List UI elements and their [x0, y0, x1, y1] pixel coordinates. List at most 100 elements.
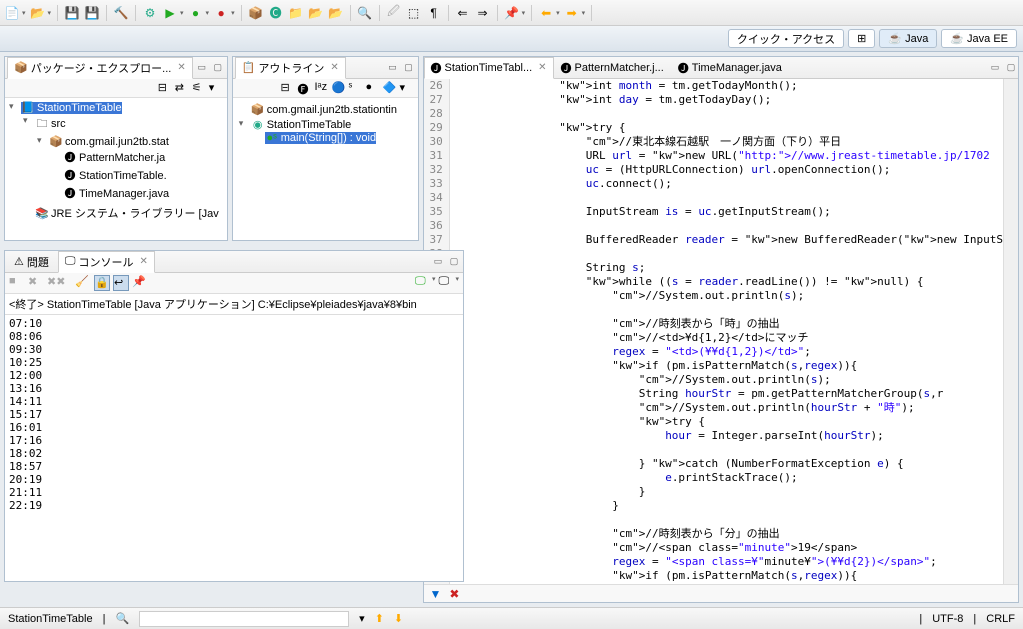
- outline-method[interactable]: ●ˢmain(String[]) : void: [251, 131, 414, 145]
- search-icon[interactable]: 🔍: [357, 5, 373, 21]
- minimize-icon[interactable]: ▭: [195, 61, 209, 75]
- run-last-icon[interactable]: ●: [188, 5, 204, 21]
- problems-tab[interactable]: ⚠問題: [7, 251, 56, 273]
- nav-up-icon[interactable]: ⬆: [375, 612, 384, 625]
- annot-next-icon[interactable]: ⇒: [475, 5, 491, 21]
- status-line-ending[interactable]: CRLF: [986, 613, 1015, 625]
- open-task-icon[interactable]: 📂: [328, 5, 344, 21]
- tree-file[interactable]: 🅙TimeManager.java: [49, 184, 225, 202]
- hide-fields-icon[interactable]: 🔵: [332, 81, 346, 95]
- status-project: StationTimeTable: [8, 613, 93, 625]
- sort-icon[interactable]: ⊟: [281, 81, 295, 95]
- vertical-scrollbar[interactable]: [1003, 79, 1018, 584]
- editor-tab-3[interactable]: 🅙TimeManager.java: [671, 57, 789, 79]
- filter-fields-icon[interactable]: 🅕: [298, 81, 312, 95]
- tree-jre[interactable]: 📚JRE システム・ライブラリー [Jav: [21, 204, 225, 222]
- perspective-java[interactable]: ☕Java: [879, 29, 937, 48]
- console-tab[interactable]: 🖵コンソール✕: [58, 251, 155, 273]
- package-icon: 📦: [251, 103, 265, 116]
- close-icon[interactable]: ✕: [538, 62, 546, 73]
- perspective-java-ee[interactable]: ☕Java EE: [941, 29, 1017, 48]
- toggle-mark-icon[interactable]: 🖉: [386, 5, 402, 21]
- minimize-icon[interactable]: ▭: [431, 255, 445, 269]
- new-class-icon[interactable]: 🅒: [268, 5, 284, 21]
- editor-tab-2[interactable]: 🅙PatternMatcher.j...: [554, 57, 671, 79]
- collapse-all-icon[interactable]: ⊟: [158, 81, 172, 95]
- word-wrap-icon[interactable]: ↩: [113, 275, 129, 291]
- hide-nonpublic-icon[interactable]: ●: [366, 81, 380, 95]
- hide-static-icon[interactable]: ˢ: [349, 81, 363, 95]
- build-icon[interactable]: 🔨: [113, 5, 129, 21]
- save-icon[interactable]: 💾: [64, 5, 80, 21]
- remove-all-icon[interactable]: ✖✖: [47, 275, 63, 291]
- open-icon[interactable]: 📂: [30, 5, 46, 21]
- package-explorer-tab[interactable]: 📦 パッケージ・エクスプロー... ✕: [7, 57, 193, 79]
- nav-down-icon[interactable]: ⬇: [394, 612, 403, 625]
- annot-prev-icon[interactable]: ⇐: [455, 5, 471, 21]
- java-file-icon: 🅙: [63, 149, 77, 165]
- outline-panel: 📋 アウトライン ✕ ▭ ▢ ⊟ 🅕 Iᵃz 🔵 ˢ ● 🔷 ▾: [232, 56, 419, 241]
- status-encoding[interactable]: UTF-8: [932, 613, 963, 625]
- console-header: <終了> StationTimeTable [Java アプリケーション] C:…: [5, 294, 463, 315]
- remove-launch-icon[interactable]: ✖: [28, 275, 44, 291]
- quick-access-button[interactable]: クイック・アクセス: [728, 29, 844, 48]
- breadcrumb-down-icon[interactable]: ▼: [430, 587, 442, 601]
- scroll-lock-icon[interactable]: 🔒: [94, 275, 110, 291]
- console-output[interactable]: 07:10 08:06 09:30 10:25 12:00 13:16 14:1…: [5, 315, 463, 581]
- package-icon: 📦: [49, 135, 63, 148]
- show-whitespace-icon[interactable]: ¶: [426, 5, 442, 21]
- hide-local-icon[interactable]: 🔷: [383, 81, 397, 95]
- outline-package[interactable]: 📦com.gmail.jun2tb.stationtin: [237, 102, 414, 117]
- filter-icon[interactable]: ⚟: [192, 81, 206, 95]
- new-folder-icon[interactable]: 📁: [288, 5, 304, 21]
- maximize-icon[interactable]: ▢: [211, 61, 225, 75]
- display-selected-icon[interactable]: 🖵: [415, 275, 431, 291]
- forward-icon[interactable]: ➡: [564, 5, 580, 21]
- maximize-icon[interactable]: ▢: [447, 255, 461, 269]
- folder-icon: 🗀: [35, 115, 49, 134]
- outline-tab[interactable]: 📋 アウトライン ✕: [235, 57, 346, 79]
- editor-tab-1[interactable]: 🅙StationTimeTabl...✕: [424, 57, 554, 79]
- maximize-icon[interactable]: ▢: [402, 61, 416, 75]
- open-console-icon[interactable]: 🖵: [438, 275, 454, 291]
- library-icon: 📚: [35, 207, 49, 220]
- debug-icon[interactable]: ⚙: [142, 5, 158, 21]
- clear-console-icon[interactable]: 🧹: [75, 275, 91, 291]
- stop-icon[interactable]: ●: [213, 5, 229, 21]
- minimize-icon[interactable]: ▭: [988, 61, 1002, 75]
- status-search-input[interactable]: [139, 611, 349, 627]
- view-menu-icon[interactable]: ▾: [400, 81, 414, 95]
- package-explorer-icon: 📦: [14, 61, 28, 74]
- terminate-icon[interactable]: ■: [9, 275, 25, 291]
- open-type-icon[interactable]: 📂: [308, 5, 324, 21]
- run-icon[interactable]: ▶: [162, 5, 178, 21]
- back-icon[interactable]: ⬅: [538, 5, 554, 21]
- breadcrumb-close-icon[interactable]: ✖: [449, 587, 459, 601]
- open-perspective-button[interactable]: ⊞: [848, 29, 875, 48]
- code-content[interactable]: "kw">int month = tm.getTodayMonth(); "kw…: [450, 79, 1003, 584]
- sort-az-icon[interactable]: Iᵃz: [315, 81, 329, 95]
- new-icon[interactable]: 📄: [4, 5, 20, 21]
- link-editor-icon[interactable]: ⇄: [175, 81, 189, 95]
- close-icon[interactable]: ✕: [139, 256, 147, 267]
- java-file-icon: 🅙: [63, 167, 77, 183]
- search-dropdown-icon[interactable]: ▾: [359, 612, 365, 625]
- close-icon[interactable]: ✕: [177, 62, 185, 73]
- maximize-icon[interactable]: ▢: [1004, 61, 1018, 75]
- view-menu-icon[interactable]: ▾: [209, 81, 223, 95]
- save-all-icon[interactable]: 💾: [84, 5, 100, 21]
- tree-file[interactable]: 🅙PatternMatcher.ja: [49, 148, 225, 166]
- code-editor[interactable]: 26 27 28 29 30 31 32 33 34 35 36 37 38 3…: [424, 79, 1019, 584]
- minimize-icon[interactable]: ▭: [386, 61, 400, 75]
- close-icon[interactable]: ✕: [330, 62, 338, 73]
- new-package-icon[interactable]: 📦: [248, 5, 264, 21]
- tree-file[interactable]: 🅙StationTimeTable.: [49, 166, 225, 184]
- pin-console-icon[interactable]: 📌: [132, 275, 148, 291]
- outline-class[interactable]: ◉StationTimeTable ●ˢmain(String[]) : voi…: [237, 117, 414, 146]
- java-file-icon: 🅙: [431, 60, 442, 76]
- console-icon: 🖵: [65, 255, 76, 268]
- project-tree[interactable]: 📘StationTimeTable 🗀src 📦com.gmail.jun2tb…: [7, 100, 225, 223]
- search-magnifier-icon[interactable]: 🔍: [115, 612, 129, 625]
- toggle-block-icon[interactable]: ⬚: [406, 5, 422, 21]
- pin-icon[interactable]: 📌: [504, 5, 520, 21]
